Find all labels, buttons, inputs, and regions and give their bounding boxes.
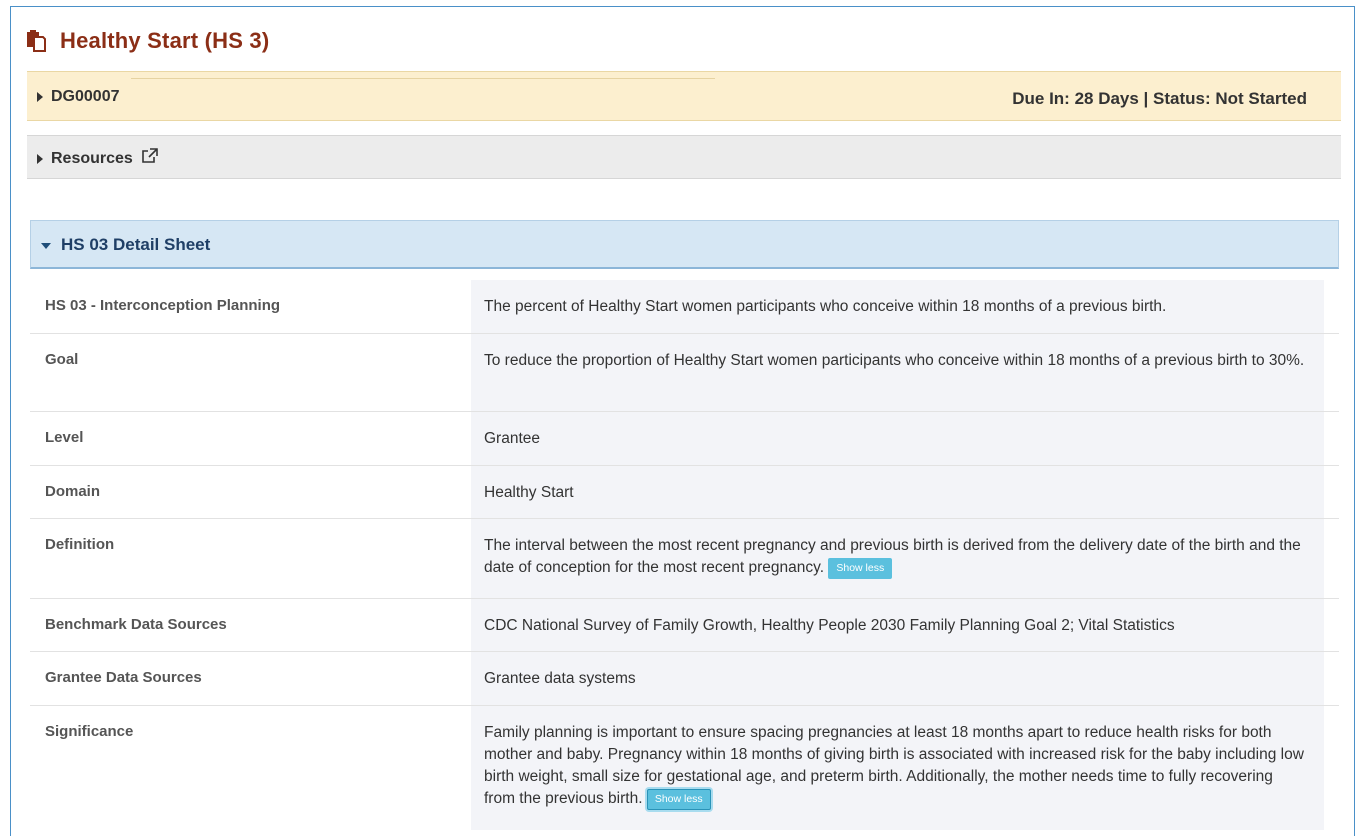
- external-link-icon[interactable]: [141, 148, 159, 169]
- row-label: Benchmark Data Sources: [45, 616, 227, 633]
- dg-panel-toggle[interactable]: DG00007: [37, 88, 120, 106]
- caret-down-icon: [41, 242, 51, 249]
- row-label: Level: [45, 429, 84, 446]
- resources-label: Resources: [51, 150, 133, 167]
- row-label: Definition: [45, 536, 115, 553]
- row-value: To reduce the proportion of Healthy Star…: [471, 334, 1324, 411]
- significance-text: Family planning is important to ensure s…: [484, 724, 1304, 807]
- resources-toggle[interactable]: Resources: [37, 148, 159, 169]
- show-less-button[interactable]: Show less: [828, 558, 893, 579]
- caret-right-icon: [37, 91, 43, 102]
- row-value: Grantee data systems: [471, 652, 1324, 705]
- show-less-button[interactable]: Show less: [646, 789, 711, 810]
- dg-id: DG00007: [51, 88, 120, 105]
- caret-right-icon: [37, 153, 43, 164]
- dg-panel-header[interactable]: DG00007 Due In: 28 Days | Status: Not St…: [27, 71, 1341, 121]
- table-row: Domain Healthy Start: [30, 466, 1339, 519]
- detail-sheet-toggle[interactable]: HS 03 Detail Sheet: [41, 235, 210, 255]
- page-title: Healthy Start (HS 3): [60, 28, 270, 53]
- clipboard-icon: [26, 30, 46, 52]
- table-row: Grantee Data Sources Grantee data system…: [30, 652, 1339, 706]
- table-row: Goal To reduce the proportion of Healthy…: [30, 334, 1339, 412]
- row-value: The interval between the most recent pre…: [471, 519, 1324, 598]
- table-row: HS 03 - Interconception Planning The per…: [30, 280, 1339, 334]
- detail-sheet-panel-header[interactable]: HS 03 Detail Sheet: [30, 220, 1339, 269]
- definition-text: The interval between the most recent pre…: [484, 537, 1301, 576]
- row-value: Family planning is important to ensure s…: [471, 706, 1324, 830]
- divider: [131, 78, 715, 79]
- row-label: Significance: [45, 723, 134, 740]
- dg-status: Due In: 28 Days | Status: Not Started: [1012, 89, 1307, 108]
- table-row: Level Grantee: [30, 412, 1339, 466]
- table-row: Definition The interval between the most…: [30, 519, 1339, 599]
- row-label: Grantee Data Sources: [45, 669, 202, 686]
- row-value: Healthy Start: [471, 466, 1324, 518]
- detail-sheet-label: HS 03 Detail Sheet: [61, 235, 211, 254]
- detail-sheet-table: HS 03 - Interconception Planning The per…: [30, 280, 1339, 830]
- row-label: Domain: [45, 483, 101, 500]
- table-row: Benchmark Data Sources CDC National Surv…: [30, 599, 1339, 652]
- row-label: HS 03 - Interconception Planning: [45, 297, 281, 314]
- row-value: Grantee: [471, 412, 1324, 465]
- table-row: Significance Family planning is importan…: [30, 706, 1339, 830]
- page-header: Healthy Start (HS 3): [26, 26, 269, 56]
- row-label: Goal: [45, 351, 79, 368]
- row-value: CDC National Survey of Family Growth, He…: [471, 599, 1324, 651]
- row-value: The percent of Healthy Start women parti…: [471, 280, 1324, 333]
- resources-panel-header[interactable]: Resources: [27, 135, 1341, 179]
